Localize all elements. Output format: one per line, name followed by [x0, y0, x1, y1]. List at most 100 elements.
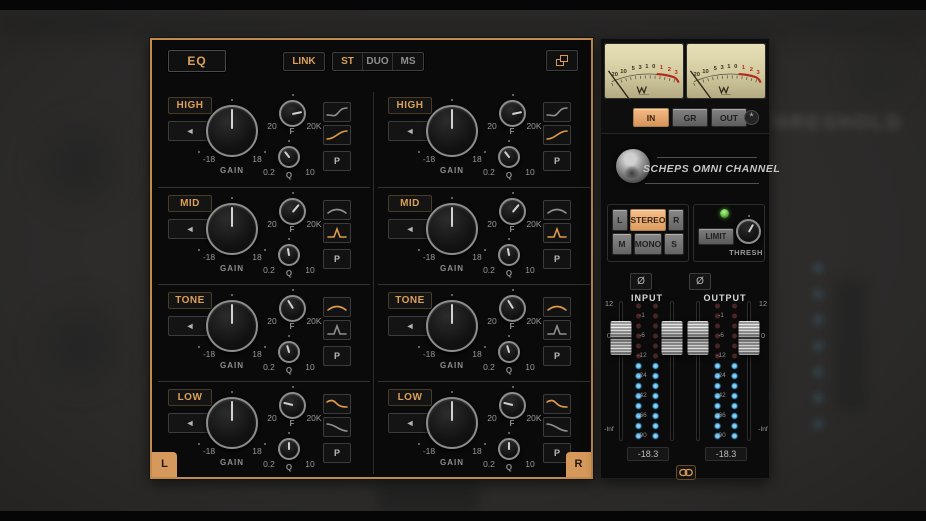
q-knob[interactable] — [278, 341, 300, 363]
speaker-icon: ◄ — [186, 126, 195, 136]
mode-st[interactable]: ST — [333, 53, 363, 70]
proportional-q-button[interactable]: P — [543, 249, 571, 269]
filter-shape-stack: P — [323, 297, 351, 369]
wide-bell-icon[interactable] — [543, 200, 571, 220]
proportional-q-button[interactable]: P — [323, 443, 351, 463]
copy-settings-button[interactable] — [546, 50, 578, 71]
blurred-knob-shape — [26, 110, 136, 220]
right-channel-tab[interactable]: R — [566, 452, 591, 477]
gain-min-label: -18 — [194, 154, 224, 164]
band-label-low[interactable]: LOW — [388, 389, 432, 406]
output-phase-button[interactable]: Ø — [689, 273, 711, 290]
fader-cap[interactable] — [611, 321, 632, 355]
link-button[interactable]: LINK — [283, 52, 325, 71]
wide-bell-icon[interactable] — [323, 200, 351, 220]
input-fader-right[interactable] — [661, 301, 683, 441]
limit-button[interactable]: LIMIT — [698, 228, 734, 245]
input-meter-marks: -1-6 -12-24 -42-66 -90 — [634, 301, 650, 441]
monitor-stereo-button[interactable]: STEREO — [630, 209, 667, 231]
input-phase-button[interactable]: Ø — [630, 273, 652, 290]
output-value-display[interactable]: -18.3 — [705, 447, 747, 461]
shelf-bump-icon[interactable] — [323, 394, 351, 414]
output-fader-right[interactable] — [738, 301, 760, 441]
monitor-right-button[interactable]: R — [668, 209, 684, 231]
speaker-icon: ◄ — [406, 418, 415, 428]
gain-knob[interactable] — [206, 105, 258, 157]
band-label-low[interactable]: LOW — [168, 389, 212, 406]
band-label-tone[interactable]: TONE — [168, 292, 212, 309]
monitor-mid-button[interactable]: M — [612, 233, 632, 255]
meter-gr-button[interactable]: GR — [672, 108, 708, 127]
speaker-icon: ◄ — [186, 224, 195, 234]
q-knob[interactable] — [278, 244, 300, 266]
fader-link-button[interactable] — [676, 465, 696, 480]
proportional-q-button[interactable]: P — [323, 151, 351, 171]
q-knob[interactable] — [498, 341, 520, 363]
gain-knob[interactable] — [426, 300, 478, 352]
input-value-display[interactable]: -18.3 — [627, 447, 669, 461]
q-knob[interactable] — [498, 146, 520, 168]
band-label-mid[interactable]: MID — [168, 195, 212, 212]
eq-band-tone: TONE ◄ -18 18 GAIN 20 F 20K 0.2 Q 10 — [378, 284, 590, 381]
steep-shelf-icon[interactable] — [323, 125, 351, 145]
fader-cap[interactable] — [662, 321, 683, 355]
gain-knob[interactable] — [426, 105, 478, 157]
filter-shape-stack: P — [323, 394, 351, 466]
filter-shape-stack: P — [543, 297, 571, 369]
letterbox-bottom — [0, 511, 926, 521]
band-label-tone[interactable]: TONE — [388, 292, 432, 309]
output-fader-left[interactable] — [687, 301, 709, 441]
proportional-q-button[interactable]: P — [543, 346, 571, 366]
band-label-mid[interactable]: MID — [388, 195, 432, 212]
gentle-shelf-icon[interactable] — [543, 102, 571, 122]
fader-cap[interactable] — [739, 321, 760, 355]
svg-text:10: 10 — [702, 69, 708, 75]
fader-cap[interactable] — [688, 321, 709, 355]
blurred-background-leds — [812, 262, 824, 432]
speaker-icon: ◄ — [406, 126, 415, 136]
monitor-left-button[interactable]: L — [612, 209, 628, 231]
monitor-side-button[interactable]: S — [664, 233, 684, 255]
gain-knob[interactable] — [206, 203, 258, 255]
left-channel-tab[interactable]: L — [152, 452, 177, 477]
meter-out-button[interactable]: OUT — [711, 108, 747, 127]
svg-text:2: 2 — [668, 67, 671, 73]
q-knob[interactable] — [498, 244, 520, 266]
narrow-bell-icon[interactable] — [323, 223, 351, 243]
q-knob[interactable] — [278, 146, 300, 168]
q-knob[interactable] — [498, 438, 520, 460]
speaker-icon: ◄ — [186, 418, 195, 428]
gain-knob[interactable] — [426, 397, 478, 449]
input-fader-left[interactable] — [610, 301, 632, 441]
blurred-background-shape — [836, 280, 866, 410]
mode-duo[interactable]: DUO — [363, 53, 393, 70]
gain-knob[interactable] — [426, 203, 478, 255]
proportional-q-button[interactable]: P — [323, 249, 351, 269]
brand-block: SCHEPS OMNI CHANNEL — [601, 143, 769, 193]
narrow-bell-icon[interactable] — [543, 223, 571, 243]
narrow-bell-icon[interactable] — [543, 320, 571, 340]
band-label-high[interactable]: HIGH — [388, 97, 432, 114]
monitor-mono-button[interactable]: MONO — [634, 233, 662, 255]
speaker-icon: ◄ — [406, 321, 415, 331]
band-label-high[interactable]: HIGH — [168, 97, 212, 114]
meter-options-button[interactable]: * — [744, 110, 759, 125]
vu-meter-left: 20 10 5 3 1 0 1 2 3 — [604, 43, 684, 99]
eq-band-mid: MID ◄ -18 18 GAIN 20 F 20K 0.2 Q 10 — [158, 187, 370, 284]
mode-ms[interactable]: MS — [393, 53, 423, 70]
q-knob[interactable] — [278, 438, 300, 460]
narrow-bell-icon[interactable] — [323, 320, 351, 340]
gain-knob[interactable] — [206, 397, 258, 449]
shelf-bump-icon[interactable] — [543, 394, 571, 414]
gain-knob[interactable] — [206, 300, 258, 352]
proportional-q-button[interactable]: P — [543, 151, 571, 171]
proportional-q-button[interactable]: P — [323, 346, 351, 366]
gentle-shelf-icon[interactable] — [323, 417, 351, 437]
gentle-shelf-icon[interactable] — [543, 417, 571, 437]
gentle-shelf-icon[interactable] — [323, 102, 351, 122]
wide-bell-icon[interactable] — [543, 297, 571, 317]
steep-shelf-icon[interactable] — [543, 125, 571, 145]
thresh-knob[interactable] — [736, 219, 761, 244]
wide-bell-icon[interactable] — [323, 297, 351, 317]
meter-in-button[interactable]: IN — [633, 108, 669, 127]
